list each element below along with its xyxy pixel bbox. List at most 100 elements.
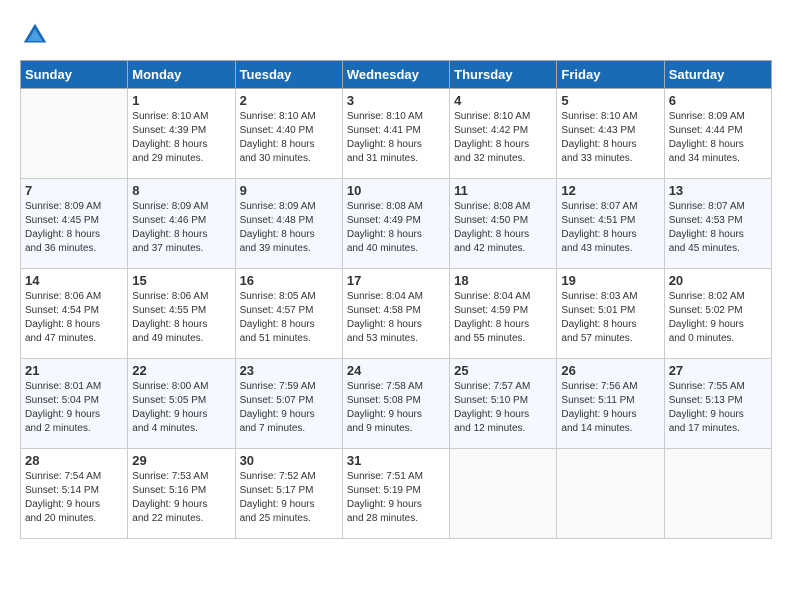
calendar-cell: 28 Sunrise: 7:54 AM Sunset: 5:14 PM Dayli… <box>21 449 128 539</box>
day-number: 12 <box>561 183 659 198</box>
day-info: Sunrise: 8:10 AM Sunset: 4:43 PM Dayligh… <box>561 110 659 166</box>
day-info: Sunrise: 8:02 AM Sunset: 5:02 PM Dayligh… <box>669 290 767 346</box>
day-number: 19 <box>561 273 659 288</box>
calendar-cell: 14 Sunrise: 8:06 AM Sunset: 4:54 PM Dayli… <box>21 269 128 359</box>
day-number: 29 <box>132 453 230 468</box>
day-info: Sunrise: 7:53 AM Sunset: 5:16 PM Dayligh… <box>132 470 230 526</box>
calendar-cell: 24 Sunrise: 7:58 AM Sunset: 5:08 PM Dayli… <box>342 359 449 449</box>
day-info: Sunrise: 8:07 AM Sunset: 4:53 PM Dayligh… <box>669 200 767 256</box>
calendar-cell: 15 Sunrise: 8:06 AM Sunset: 4:55 PM Dayli… <box>128 269 235 359</box>
calendar-table: SundayMondayTuesdayWednesdayThursdayFrid… <box>20 60 772 539</box>
calendar-cell: 5Sunrise: 8:10 AM Sunset: 4:43 PM Daylig… <box>557 89 664 179</box>
day-info: Sunrise: 8:01 AM Sunset: 5:04 PM Dayligh… <box>25 380 123 436</box>
calendar-cell: 21 Sunrise: 8:01 AM Sunset: 5:04 PM Dayli… <box>21 359 128 449</box>
day-number: 13 <box>669 183 767 198</box>
day-number: 18 <box>454 273 552 288</box>
day-info: Sunrise: 8:09 AM Sunset: 4:48 PM Dayligh… <box>240 200 338 256</box>
week-row-4: 28 Sunrise: 7:54 AM Sunset: 5:14 PM Dayli… <box>21 449 772 539</box>
day-number: 15 <box>132 273 230 288</box>
weekday-monday: Monday <box>128 61 235 89</box>
day-info: Sunrise: 8:06 AM Sunset: 4:55 PM Dayligh… <box>132 290 230 346</box>
day-info: Sunrise: 7:57 AM Sunset: 5:10 PM Dayligh… <box>454 380 552 436</box>
day-info: Sunrise: 7:52 AM Sunset: 5:17 PM Dayligh… <box>240 470 338 526</box>
day-info: Sunrise: 7:56 AM Sunset: 5:11 PM Dayligh… <box>561 380 659 436</box>
calendar-cell <box>450 449 557 539</box>
day-number: 27 <box>669 363 767 378</box>
calendar-cell: 8 Sunrise: 8:09 AM Sunset: 4:46 PM Daylig… <box>128 179 235 269</box>
calendar-cell: 10 Sunrise: 8:08 AM Sunset: 4:49 PM Dayli… <box>342 179 449 269</box>
day-number: 20 <box>669 273 767 288</box>
day-number: 26 <box>561 363 659 378</box>
day-info: Sunrise: 8:10 AM Sunset: 4:42 PM Dayligh… <box>454 110 552 166</box>
weekday-header-row: SundayMondayTuesdayWednesdayThursdayFrid… <box>21 61 772 89</box>
day-info: Sunrise: 8:08 AM Sunset: 4:49 PM Dayligh… <box>347 200 445 256</box>
day-info: Sunrise: 8:07 AM Sunset: 4:51 PM Dayligh… <box>561 200 659 256</box>
week-row-2: 14 Sunrise: 8:06 AM Sunset: 4:54 PM Dayli… <box>21 269 772 359</box>
day-info: Sunrise: 8:09 AM Sunset: 4:44 PM Dayligh… <box>669 110 767 166</box>
day-number: 10 <box>347 183 445 198</box>
calendar-cell: 3 Sunrise: 8:10 AM Sunset: 4:41 PM Daylig… <box>342 89 449 179</box>
day-info: Sunrise: 7:51 AM Sunset: 5:19 PM Dayligh… <box>347 470 445 526</box>
day-info: Sunrise: 8:06 AM Sunset: 4:54 PM Dayligh… <box>25 290 123 346</box>
day-number: 30 <box>240 453 338 468</box>
calendar-cell: 20 Sunrise: 8:02 AM Sunset: 5:02 PM Dayli… <box>664 269 771 359</box>
day-number: 11 <box>454 183 552 198</box>
day-info: Sunrise: 8:10 AM Sunset: 4:40 PM Dayligh… <box>240 110 338 166</box>
day-info: Sunrise: 8:03 AM Sunset: 5:01 PM Dayligh… <box>561 290 659 346</box>
calendar-cell: 25 Sunrise: 7:57 AM Sunset: 5:10 PM Dayli… <box>450 359 557 449</box>
page-header <box>20 20 772 50</box>
day-number: 14 <box>25 273 123 288</box>
calendar-cell: 7 Sunrise: 8:09 AM Sunset: 4:45 PM Daylig… <box>21 179 128 269</box>
calendar-cell: 16Sunrise: 8:05 AM Sunset: 4:57 PM Dayli… <box>235 269 342 359</box>
day-info: Sunrise: 8:00 AM Sunset: 5:05 PM Dayligh… <box>132 380 230 436</box>
weekday-saturday: Saturday <box>664 61 771 89</box>
calendar-cell: 2 Sunrise: 8:10 AM Sunset: 4:40 PM Daylig… <box>235 89 342 179</box>
calendar-cell: 4 Sunrise: 8:10 AM Sunset: 4:42 PM Daylig… <box>450 89 557 179</box>
day-number: 3 <box>347 93 445 108</box>
week-row-0: 1 Sunrise: 8:10 AM Sunset: 4:39 PM Daylig… <box>21 89 772 179</box>
day-number: 31 <box>347 453 445 468</box>
day-number: 8 <box>132 183 230 198</box>
day-number: 7 <box>25 183 123 198</box>
calendar-cell: 19 Sunrise: 8:03 AM Sunset: 5:01 PM Dayli… <box>557 269 664 359</box>
day-number: 1 <box>132 93 230 108</box>
calendar-cell: 1 Sunrise: 8:10 AM Sunset: 4:39 PM Daylig… <box>128 89 235 179</box>
calendar-cell <box>557 449 664 539</box>
day-number: 2 <box>240 93 338 108</box>
week-row-3: 21 Sunrise: 8:01 AM Sunset: 5:04 PM Dayli… <box>21 359 772 449</box>
calendar-cell: 11Sunrise: 8:08 AM Sunset: 4:50 PM Dayli… <box>450 179 557 269</box>
day-number: 16 <box>240 273 338 288</box>
day-number: 9 <box>240 183 338 198</box>
logo <box>20 20 52 50</box>
weekday-friday: Friday <box>557 61 664 89</box>
calendar-cell <box>664 449 771 539</box>
calendar-cell: 18 Sunrise: 8:04 AM Sunset: 4:59 PM Dayli… <box>450 269 557 359</box>
calendar-cell: 30 Sunrise: 7:52 AM Sunset: 5:17 PM Dayli… <box>235 449 342 539</box>
day-info: Sunrise: 8:09 AM Sunset: 4:46 PM Dayligh… <box>132 200 230 256</box>
calendar-cell: 26 Sunrise: 7:56 AM Sunset: 5:11 PM Dayli… <box>557 359 664 449</box>
day-number: 25 <box>454 363 552 378</box>
day-number: 17 <box>347 273 445 288</box>
day-info: Sunrise: 8:09 AM Sunset: 4:45 PM Dayligh… <box>25 200 123 256</box>
day-info: Sunrise: 8:10 AM Sunset: 4:39 PM Dayligh… <box>132 110 230 166</box>
day-number: 6 <box>669 93 767 108</box>
day-number: 24 <box>347 363 445 378</box>
day-number: 28 <box>25 453 123 468</box>
weekday-wednesday: Wednesday <box>342 61 449 89</box>
calendar-cell: 27 Sunrise: 7:55 AM Sunset: 5:13 PM Dayli… <box>664 359 771 449</box>
calendar-body: 1 Sunrise: 8:10 AM Sunset: 4:39 PM Daylig… <box>21 89 772 539</box>
day-number: 21 <box>25 363 123 378</box>
calendar-cell: 12 Sunrise: 8:07 AM Sunset: 4:51 PM Dayli… <box>557 179 664 269</box>
day-number: 4 <box>454 93 552 108</box>
day-info: Sunrise: 7:58 AM Sunset: 5:08 PM Dayligh… <box>347 380 445 436</box>
weekday-thursday: Thursday <box>450 61 557 89</box>
day-info: Sunrise: 8:04 AM Sunset: 4:58 PM Dayligh… <box>347 290 445 346</box>
day-info: Sunrise: 8:04 AM Sunset: 4:59 PM Dayligh… <box>454 290 552 346</box>
calendar-cell: 23Sunrise: 7:59 AM Sunset: 5:07 PM Dayli… <box>235 359 342 449</box>
calendar-cell: 17 Sunrise: 8:04 AM Sunset: 4:58 PM Dayli… <box>342 269 449 359</box>
day-info: Sunrise: 7:55 AM Sunset: 5:13 PM Dayligh… <box>669 380 767 436</box>
calendar-cell: 9 Sunrise: 8:09 AM Sunset: 4:48 PM Daylig… <box>235 179 342 269</box>
day-info: Sunrise: 7:54 AM Sunset: 5:14 PM Dayligh… <box>25 470 123 526</box>
day-info: Sunrise: 8:10 AM Sunset: 4:41 PM Dayligh… <box>347 110 445 166</box>
calendar-cell: 29 Sunrise: 7:53 AM Sunset: 5:16 PM Dayli… <box>128 449 235 539</box>
